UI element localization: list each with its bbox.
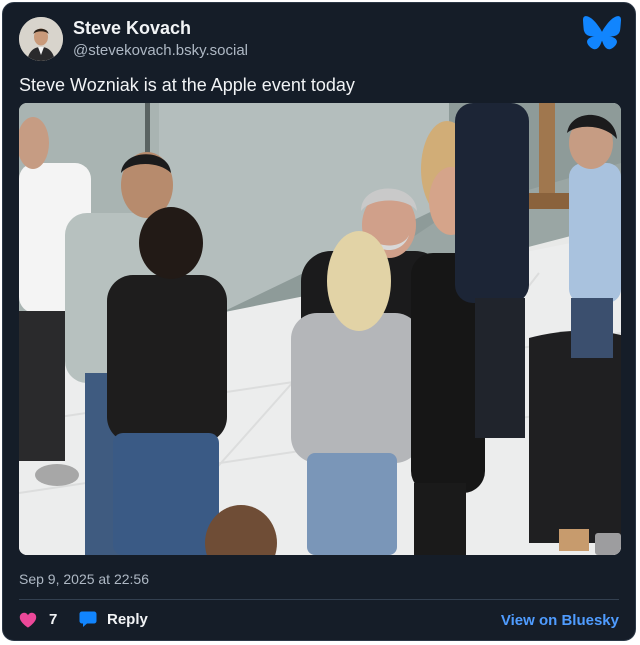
- author-handle[interactable]: @stevekovach.bsky.social: [73, 42, 248, 59]
- author-avatar[interactable]: [19, 17, 63, 61]
- footer-divider: [19, 599, 619, 600]
- avatar-photo: [19, 17, 63, 61]
- post-embed-card: Steve Kovach @stevekovach.bsky.social St…: [2, 2, 636, 641]
- post-footer: 7 Reply View on Bluesky: [19, 609, 619, 633]
- post-text: Steve Wozniak is at the Apple event toda…: [19, 75, 355, 95]
- like-count: 7: [49, 611, 58, 628]
- speech-bubble-icon: [79, 611, 97, 628]
- author-name[interactable]: Steve Kovach: [73, 18, 191, 39]
- reply-button[interactable]: Reply: [79, 611, 148, 628]
- post-image[interactable]: [19, 103, 621, 555]
- reply-label: Reply: [107, 611, 148, 628]
- heart-icon: [19, 612, 37, 628]
- view-on-bluesky-link[interactable]: View on Bluesky: [501, 612, 619, 629]
- post-timestamp[interactable]: Sep 9, 2025 at 22:56: [19, 571, 149, 587]
- like-button[interactable]: 7: [19, 611, 57, 628]
- bluesky-butterfly-icon[interactable]: [583, 16, 621, 50]
